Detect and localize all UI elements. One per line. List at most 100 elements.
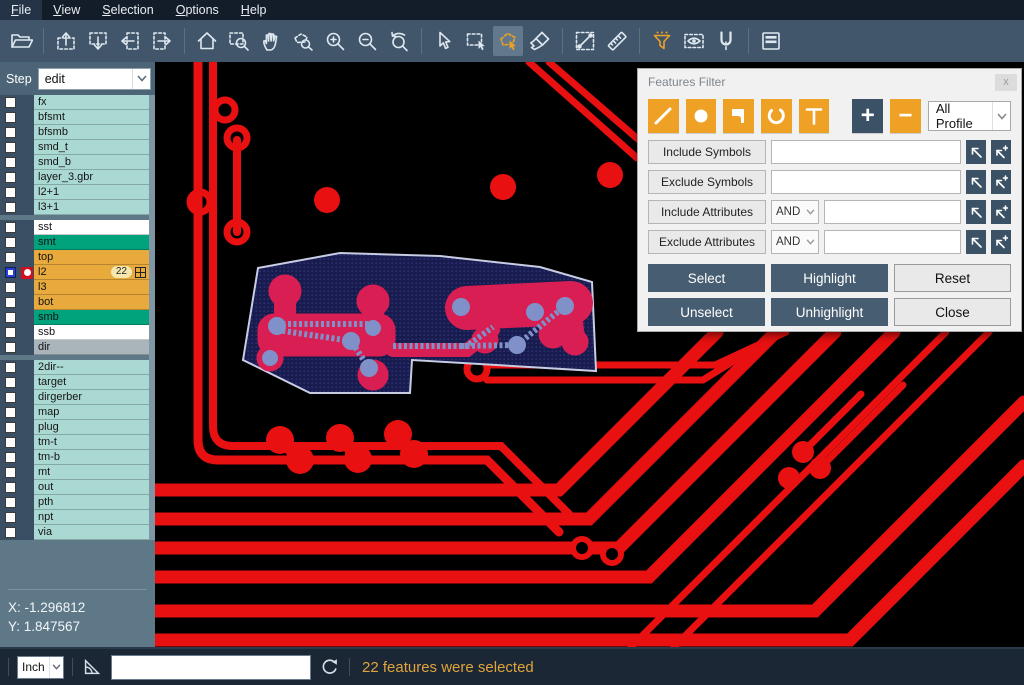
layer-visibility-checkbox[interactable] [5,127,16,138]
tool-select-arrow[interactable] [429,26,459,56]
layer-color-bar[interactable]: bot [34,295,149,310]
layer-visibility-checkbox[interactable] [5,327,16,338]
unselect-button[interactable]: Unselect [648,298,765,326]
feature-type-pad-button[interactable] [686,99,717,133]
layer-row-smd-b[interactable]: smd_b [0,155,149,170]
menu-selection[interactable]: Selection [91,0,164,20]
unhighlight-button[interactable]: Unhighlight [771,298,888,326]
layer-visibility-checkbox[interactable] [5,252,16,263]
layer-color-bar[interactable]: tm-t [34,435,149,450]
tool-zoom-window[interactable] [224,26,254,56]
layer-row-l2[interactable]: l222 [0,265,149,280]
layer-row-map[interactable]: map [0,405,149,420]
layer-color-bar[interactable]: ssb [34,325,149,340]
include-attributes-pick-add-arrow-button[interactable] [991,200,1011,224]
layer-row-dirgerber[interactable]: dirgerber [0,390,149,405]
layer-row-2dir[interactable]: 2dir-- [0,360,149,375]
layer-color-bar[interactable]: smd_b [34,155,149,170]
tool-clean-brush[interactable] [525,26,555,56]
menu-file[interactable]: File [0,0,42,20]
layer-grid-icon[interactable] [135,267,146,278]
tool-pan-down[interactable] [83,26,113,56]
tool-measure-ruler[interactable] [602,26,632,56]
dialog-close-button[interactable]: x [995,74,1017,91]
layer-visibility-checkbox[interactable] [5,172,16,183]
layer-visibility-checkbox[interactable] [5,512,16,523]
include-attributes-input[interactable] [824,200,961,224]
profile-dropdown[interactable]: All Profile [928,101,1011,131]
layer-color-bar[interactable]: smt [34,235,149,250]
layer-visibility-checkbox[interactable] [5,422,16,433]
exclude-symbols-pick-add-arrow-button[interactable] [991,170,1011,194]
include-attributes-pick-arrow-button[interactable] [966,200,986,224]
tool-zoom-polygon[interactable] [288,26,318,56]
include-symbols-input[interactable] [771,140,961,164]
layer-visibility-checkbox[interactable] [5,452,16,463]
tool-pan-right[interactable] [147,26,177,56]
exclude-attributes-input[interactable] [824,230,961,254]
include-attributes-button[interactable]: Include Attributes [648,200,766,224]
layer-visibility-checkbox[interactable] [5,202,16,213]
layer-color-bar[interactable]: fx [34,95,149,110]
layer-color-bar[interactable]: l2+1 [34,185,149,200]
layer-visibility-checkbox[interactable] [5,362,16,373]
pcb-canvas[interactable]: Features Filter x +−All Profile Include … [155,62,1024,647]
layer-color-bar[interactable]: tm-b [34,450,149,465]
feature-type-surface-button[interactable] [723,99,754,133]
refresh-icon[interactable] [319,656,341,678]
layer-color-bar[interactable]: l3+1 [34,200,149,215]
layer-visibility-checkbox[interactable] [5,342,16,353]
layer-row-l2-1[interactable]: l2+1 [0,185,149,200]
layer-color-bar[interactable]: l222 [34,265,149,280]
layer-row-sst[interactable]: sst [0,220,149,235]
select-button[interactable]: Select [648,264,765,292]
step-dropdown[interactable]: edit [38,68,151,90]
include-symbols-pick-add-arrow-button[interactable] [991,140,1011,164]
layer-color-bar[interactable]: top [34,250,149,265]
tool-view-options[interactable] [679,26,709,56]
highlight-button[interactable]: Highlight [771,264,888,292]
layer-color-bar[interactable]: dir [34,340,149,355]
layer-visibility-checkbox[interactable] [5,467,16,478]
include-attributes-logic-dropdown[interactable]: AND [771,200,819,224]
layer-visibility-checkbox[interactable] [5,377,16,388]
exclude-attributes-pick-arrow-button[interactable] [966,230,986,254]
layer-color-bar[interactable]: bfsmt [34,110,149,125]
menu-help[interactable]: Help [230,0,278,20]
layer-visibility-checkbox[interactable] [5,142,16,153]
include-symbols-button[interactable]: Include Symbols [648,140,766,164]
layer-color-bar[interactable]: npt [34,510,149,525]
layer-visibility-checkbox[interactable] [5,497,16,508]
tool-select-rectangle[interactable] [461,26,491,56]
layer-row-out[interactable]: out [0,480,149,495]
layer-visibility-checkbox[interactable] [5,267,16,278]
feature-type-text-button[interactable] [799,99,830,133]
layer-visibility-checkbox[interactable] [5,437,16,448]
exclude-symbols-pick-arrow-button[interactable] [966,170,986,194]
layer-row-l3[interactable]: l3 [0,280,149,295]
layer-row-tm-t[interactable]: tm-t [0,435,149,450]
layer-color-bar[interactable]: map [34,405,149,420]
layer-row-dir[interactable]: dir [0,340,149,355]
dialog-title-bar[interactable]: Features Filter x [638,69,1021,95]
exclude-attributes-button[interactable]: Exclude Attributes [648,230,766,254]
layer-color-bar[interactable]: out [34,480,149,495]
layer-color-bar[interactable]: pth [34,495,149,510]
reset-button[interactable]: Reset [894,264,1011,292]
layer-row-smb[interactable]: smb [0,310,149,325]
menu-options[interactable]: Options [165,0,230,20]
layer-row-target[interactable]: target [0,375,149,390]
layer-color-bar[interactable]: mt [34,465,149,480]
tool-zoom-out[interactable] [352,26,382,56]
feature-type-line-button[interactable] [648,99,679,133]
layer-color-bar[interactable]: sst [34,220,149,235]
tool-zoom-previous[interactable] [384,26,414,56]
layer-visibility-checkbox[interactable] [5,482,16,493]
layer-row-mt[interactable]: mt [0,465,149,480]
tool-layers-table[interactable] [756,26,786,56]
tool-pan-hand[interactable] [256,26,286,56]
layer-visibility-checkbox[interactable] [5,97,16,108]
layer-row-fx[interactable]: fx [0,95,149,110]
layer-visibility-checkbox[interactable] [5,297,16,308]
tool-pan-up[interactable] [51,26,81,56]
